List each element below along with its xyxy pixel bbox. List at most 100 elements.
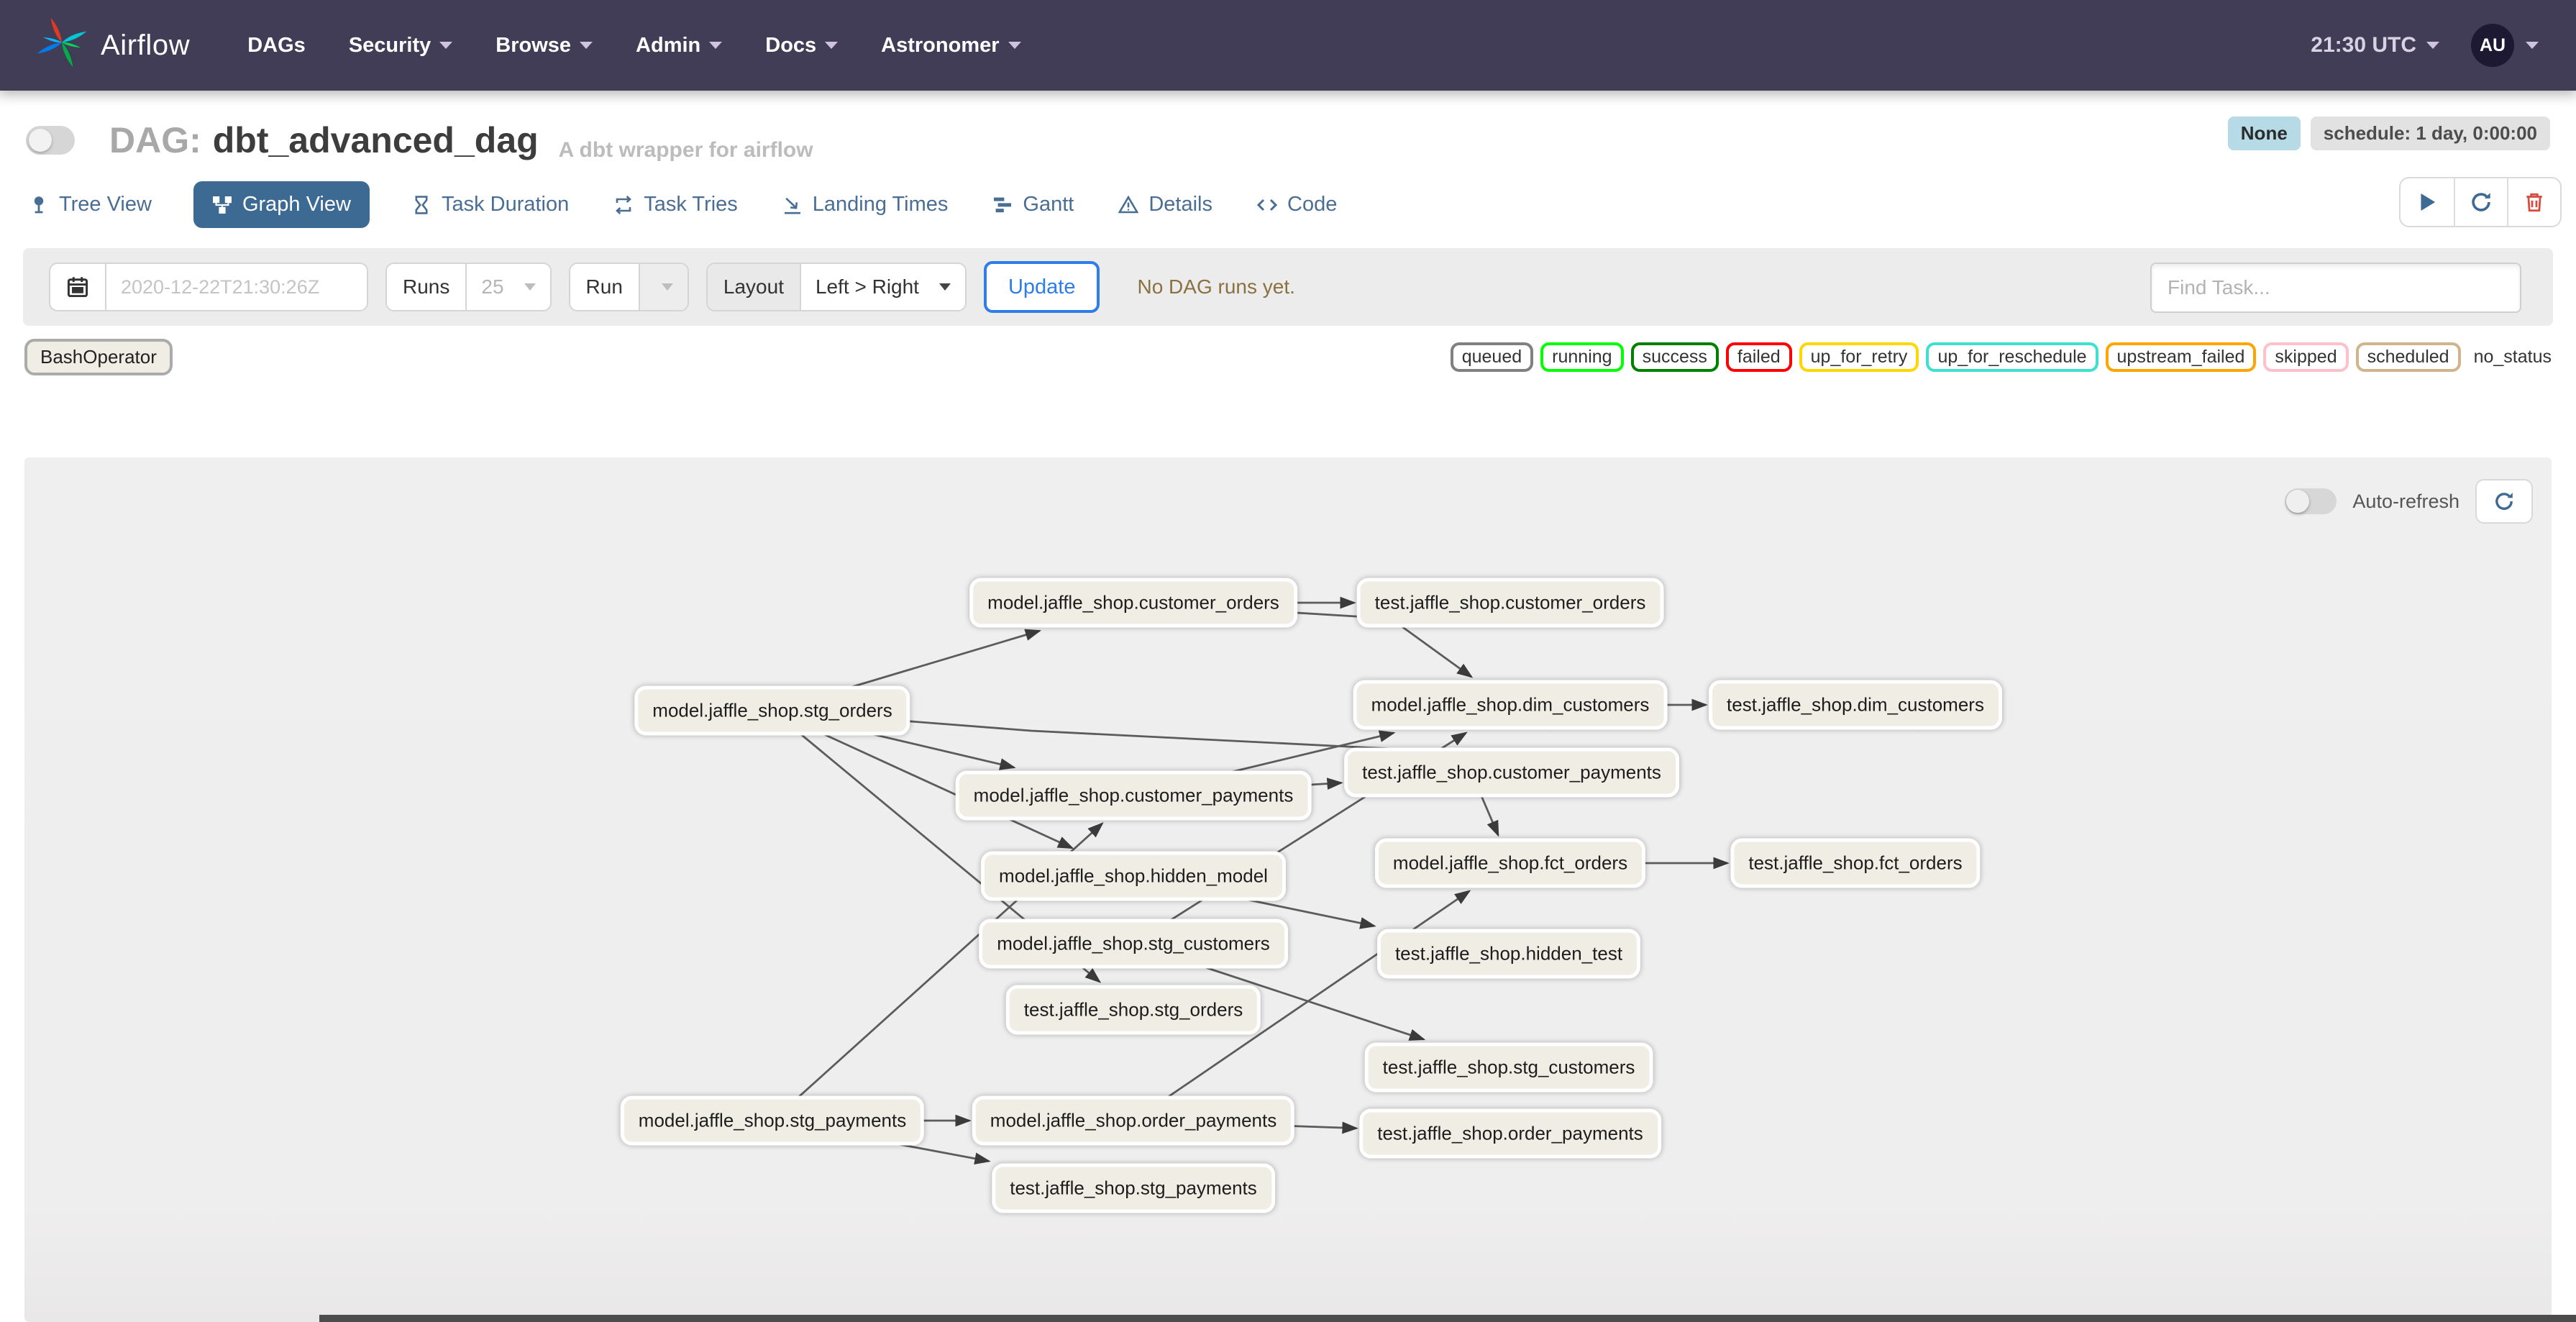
update-button[interactable]: Update — [983, 261, 1100, 313]
layout-label: Layout — [707, 264, 800, 310]
horizontal-scrollbar[interactable] — [319, 1315, 2576, 1322]
task-node-m_dim_customers[interactable]: model.jaffle_shop.dim_customers — [1353, 680, 1668, 730]
runs-select[interactable]: 25 — [465, 264, 550, 310]
page-title: DAG: dbt_advanced_dag A dbt wrapper for ai… — [109, 119, 813, 162]
dag-pause-toggle[interactable] — [26, 126, 75, 155]
chevron-down-icon — [938, 283, 951, 291]
dag-description: A dbt wrapper for airflow — [558, 138, 813, 162]
brand-name: Airflow — [101, 29, 191, 61]
tab-label: Gantt — [1023, 193, 1074, 216]
tab-graph-view[interactable]: Graph View — [193, 181, 370, 228]
nav-item-astronomer[interactable]: Astronomer — [881, 33, 1021, 58]
nav-item-label: Astronomer — [881, 33, 1000, 57]
task-node-m_fct_orders[interactable]: model.jaffle_shop.fct_orders — [1374, 838, 1646, 888]
chevron-down-icon — [524, 283, 536, 291]
run-select[interactable] — [638, 264, 688, 310]
nav-item-browse[interactable]: Browse — [495, 34, 593, 58]
base-date-input[interactable] — [105, 264, 367, 310]
layout-select[interactable]: Left > Right — [799, 264, 965, 310]
tab-details[interactable]: Details — [1115, 181, 1215, 228]
nav-menus: DAGs Security Browse Admin Docs Astronomer — [247, 33, 1021, 58]
nav-item-label: Docs — [765, 33, 817, 57]
layout-group: Layout Left > Right — [705, 263, 967, 311]
task-node-t_fct_orders[interactable]: test.jaffle_shop.fct_orders — [1730, 838, 1981, 888]
task-node-t_stg_orders[interactable]: test.jaffle_shop.stg_orders — [1005, 985, 1261, 1035]
user-menu[interactable]: AU — [2471, 24, 2539, 67]
chevron-down-icon — [661, 283, 673, 291]
dag-prefix: DAG: — [109, 120, 201, 160]
nav-item-admin[interactable]: Admin — [636, 33, 723, 58]
task-node-t_hidden_test[interactable]: test.jaffle_shop.hidden_test — [1376, 929, 1641, 979]
task-node-m_order_payments[interactable]: model.jaffle_shop.order_payments — [972, 1095, 1295, 1146]
clock-menu[interactable]: 21:30 UTC — [2311, 33, 2439, 58]
chevron-down-icon — [1008, 42, 1021, 49]
chevron-down-icon — [2526, 42, 2539, 49]
auto-refresh-toggle[interactable] — [2285, 488, 2337, 514]
nav-right: 21:30 UTC AU — [2311, 24, 2539, 67]
task-node-t_customer_payments[interactable]: test.jaffle_shop.customer_payments — [1344, 747, 1679, 798]
chevron-down-icon — [709, 42, 723, 49]
navbar: Airflow DAGs Security Browse Admin Docs Astro… — [0, 0, 2576, 91]
task-node-m_stg_customers[interactable]: model.jaffle_shop.stg_customers — [979, 918, 1288, 969]
tab-label: Code — [1287, 193, 1338, 216]
graph-refresh-button[interactable] — [2475, 479, 2533, 524]
header-badges: None schedule: 1 day, 0:00:00 — [2227, 117, 2550, 150]
graph-controls: Auto-refresh — [2285, 479, 2533, 524]
nav-item-label: Security — [348, 33, 431, 57]
delete-dag-button[interactable] — [2507, 178, 2560, 226]
nav-item-dags[interactable]: DAGs — [247, 34, 306, 58]
retry-icon — [613, 195, 634, 215]
task-node-t_stg_customers[interactable]: test.jaffle_shop.stg_customers — [1364, 1042, 1653, 1093]
run-group: Run — [568, 263, 689, 311]
status-chip-up_for_retry: up_for_retry — [1799, 342, 1919, 372]
task-node-m_stg_orders[interactable]: model.jaffle_shop.stg_orders — [634, 685, 910, 736]
hourglass-icon — [411, 195, 431, 215]
task-node-t_stg_payments[interactable]: test.jaffle_shop.stg_payments — [992, 1163, 1275, 1213]
tab-task-tries[interactable]: Task Tries — [611, 181, 741, 228]
nav-item-docs[interactable]: Docs — [765, 33, 839, 58]
task-node-m_stg_payments[interactable]: model.jaffle_shop.stg_payments — [620, 1095, 925, 1146]
tab-gantt[interactable]: Gantt — [990, 181, 1077, 228]
operator-legend-chip: BashOperator — [24, 339, 173, 375]
tab-tree-view[interactable]: Tree View — [26, 181, 155, 228]
tab-label: Details — [1148, 193, 1213, 216]
task-node-t_order_payments[interactable]: test.jaffle_shop.order_payments — [1359, 1108, 1661, 1159]
dag-runs-status-message: No DAG runs yet. — [1137, 275, 1295, 298]
status-chip-scheduled: scheduled — [2355, 342, 2461, 372]
dag-action-buttons — [2399, 177, 2562, 227]
tab-task-duration[interactable]: Task Duration — [408, 181, 572, 228]
trigger-dag-button[interactable] — [2401, 178, 2454, 226]
nav-item-label: DAGs — [247, 33, 306, 57]
find-task-input[interactable] — [2150, 263, 2521, 313]
task-node-m_customer_payments[interactable]: model.jaffle_shop.customer_payments — [955, 770, 1312, 821]
num-runs-group: Runs 25 — [385, 263, 552, 311]
details-icon — [1118, 195, 1139, 215]
status-chip-success: success — [1630, 342, 1719, 372]
status-chip-up_for_reschedule: up_for_reschedule — [1926, 342, 2098, 372]
dag-name: dbt_advanced_dag — [212, 120, 539, 160]
status-chip-queued: queued — [1450, 342, 1534, 372]
task-node-m_customer_orders[interactable]: model.jaffle_shop.customer_orders — [969, 578, 1297, 628]
code-icon — [1257, 195, 1278, 215]
task-node-t_customer_orders[interactable]: test.jaffle_shop.customer_orders — [1356, 578, 1664, 628]
chevron-down-icon — [825, 42, 839, 49]
calendar-icon[interactable] — [50, 264, 105, 310]
schedule-none-badge: None — [2227, 117, 2301, 150]
refresh-dag-button[interactable] — [2454, 178, 2507, 226]
run-label: Run — [570, 264, 639, 310]
gantt-icon — [992, 195, 1013, 215]
tree-icon — [29, 195, 49, 215]
nav-item-security[interactable]: Security — [348, 33, 453, 58]
airflow-brand[interactable]: Airflow — [35, 15, 190, 76]
chevron-down-icon — [580, 42, 593, 49]
view-tabs: Tree View Graph View Task Duration Task Tri… — [26, 181, 1340, 228]
tab-label: Task Tries — [644, 193, 738, 216]
tab-landing-times[interactable]: Landing Times — [780, 181, 951, 228]
tab-label: Tree View — [59, 193, 152, 216]
nav-item-label: Admin — [636, 33, 701, 57]
task-node-t_dim_customers[interactable]: test.jaffle_shop.dim_customers — [1709, 680, 2002, 730]
task-node-m_hidden_model[interactable]: model.jaffle_shop.hidden_model — [981, 851, 1286, 901]
base-date-group — [49, 263, 368, 311]
tab-label: Landing Times — [812, 193, 949, 216]
tab-code[interactable]: Code — [1254, 181, 1340, 228]
